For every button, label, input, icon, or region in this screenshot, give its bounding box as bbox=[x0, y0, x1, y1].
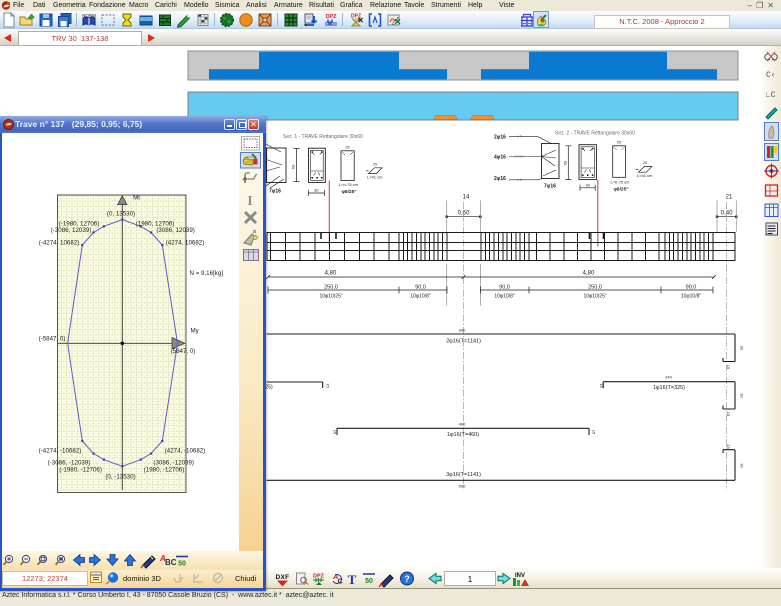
svg-text:I: I bbox=[247, 194, 252, 209]
svg-text:2φ16: 2φ16 bbox=[494, 135, 506, 141]
svg-text:φ8/25": φ8/25" bbox=[614, 187, 629, 193]
svg-text:(-5847, 0): (-5847, 0) bbox=[39, 336, 66, 343]
svg-text:(0, -13530): (0, -13530) bbox=[105, 474, 135, 481]
svg-text:(1980, -12706): (1980, -12706) bbox=[144, 466, 185, 473]
svg-text:25: 25 bbox=[643, 161, 647, 165]
svg-text:25: 25 bbox=[617, 141, 621, 145]
svg-text:φ8/25": φ8/25" bbox=[342, 189, 357, 195]
svg-text:15: 15 bbox=[592, 430, 597, 435]
svg-text:7φ16: 7φ16 bbox=[269, 189, 281, 195]
svg-text:BC: BC bbox=[165, 558, 177, 567]
svg-text:L=41 cm: L=41 cm bbox=[637, 173, 653, 178]
svg-text:15: 15 bbox=[333, 430, 338, 435]
svg-text:30: 30 bbox=[740, 463, 745, 468]
svg-text:10φ10/8": 10φ10/8" bbox=[681, 294, 702, 300]
svg-text:(-4274, 10682): (-4274, 10682) bbox=[39, 239, 80, 246]
svg-text:(4274, 10682): (4274, 10682) bbox=[166, 239, 205, 246]
svg-text:990: 990 bbox=[459, 328, 466, 333]
svg-text:(4274, -10682): (4274, -10682) bbox=[165, 448, 206, 455]
svg-text:N = 9,16[kg]: N = 9,16[kg] bbox=[190, 270, 224, 277]
svg-text:25): 25) bbox=[266, 385, 274, 391]
svg-text:T: T bbox=[348, 572, 357, 587]
svg-text:?: ? bbox=[404, 574, 410, 584]
svg-text:(3086, 12039): (3086, 12039) bbox=[156, 227, 195, 234]
svg-text:25: 25 bbox=[373, 163, 377, 167]
svg-text:L=41 cm: L=41 cm bbox=[367, 175, 383, 180]
svg-text:14: 14 bbox=[463, 195, 470, 201]
svg-text:3φ16(T=1141): 3φ16(T=1141) bbox=[446, 472, 481, 478]
svg-text:990: 990 bbox=[459, 484, 466, 489]
svg-text:15: 15 bbox=[599, 383, 604, 388]
svg-text:DXF: DXF bbox=[276, 574, 290, 581]
svg-text:50: 50 bbox=[365, 578, 373, 585]
svg-text:My: My bbox=[190, 327, 199, 334]
svg-text:2φ16: 2φ16 bbox=[494, 176, 506, 182]
svg-text:25: 25 bbox=[345, 146, 349, 150]
svg-text:250,0: 250,0 bbox=[588, 285, 602, 291]
svg-text:L=h-75 cm: L=h-75 cm bbox=[611, 180, 631, 185]
svg-text:21: 21 bbox=[726, 195, 733, 201]
svg-text:∟C: ∟C bbox=[766, 91, 776, 100]
svg-text:30: 30 bbox=[585, 182, 590, 187]
svg-text:Sez. 2 - TRAVE Rettangolare 30: Sez. 2 - TRAVE Rettangolare 30x60 bbox=[555, 131, 635, 137]
svg-text:90,0: 90,0 bbox=[415, 285, 426, 291]
svg-text:4,80: 4,80 bbox=[583, 271, 595, 277]
svg-text:L=h-75 cm: L=h-75 cm bbox=[339, 182, 359, 187]
svg-text:15: 15 bbox=[726, 365, 731, 370]
svg-text:(-4274, -10682): (-4274, -10682) bbox=[39, 448, 82, 455]
svg-text:1φ16(T=460): 1φ16(T=460) bbox=[447, 432, 479, 438]
svg-text:1φ16(T=325): 1φ16(T=325) bbox=[653, 385, 685, 391]
svg-text:(-1980, -12706): (-1980, -12706) bbox=[59, 466, 102, 473]
svg-text:60: 60 bbox=[562, 160, 567, 165]
svg-text:30: 30 bbox=[740, 393, 745, 398]
svg-text:(5847, 0): (5847, 0) bbox=[171, 348, 196, 355]
svg-text:15: 15 bbox=[726, 412, 731, 417]
svg-text:60: 60 bbox=[291, 164, 296, 169]
svg-text:90,0: 90,0 bbox=[686, 285, 697, 291]
svg-text:250,0: 250,0 bbox=[324, 285, 338, 291]
svg-text:2φ16(T=1141): 2φ16(T=1141) bbox=[446, 339, 481, 345]
svg-text:4,80: 4,80 bbox=[325, 271, 337, 277]
svg-text:(0, 13530): (0, 13530) bbox=[107, 211, 135, 218]
svg-text:15: 15 bbox=[726, 444, 731, 449]
svg-text:10φ10/25": 10φ10/25" bbox=[319, 294, 342, 300]
svg-text:15: 15 bbox=[326, 383, 331, 388]
svg-text:50: 50 bbox=[178, 561, 186, 568]
svg-text:INV: INV bbox=[515, 573, 525, 579]
svg-text:10φ10/8": 10φ10/8" bbox=[494, 294, 515, 300]
svg-text:4φ16: 4φ16 bbox=[494, 155, 506, 161]
svg-text:7φ16: 7φ16 bbox=[544, 184, 556, 190]
svg-text:Mt: Mt bbox=[133, 195, 140, 202]
svg-text:240: 240 bbox=[665, 375, 672, 380]
svg-text:90,0: 90,0 bbox=[499, 285, 510, 291]
svg-text:460: 460 bbox=[459, 422, 466, 427]
svg-text:10φ10/8": 10φ10/8" bbox=[410, 294, 431, 300]
svg-text:C: C bbox=[338, 577, 344, 586]
svg-text:10φ10/25": 10φ10/25" bbox=[583, 294, 606, 300]
svg-text:DPZ: DPZ bbox=[326, 14, 338, 20]
svg-text:C‹: C‹ bbox=[766, 71, 776, 80]
svg-text:(-3086, 12039): (-3086, 12039) bbox=[51, 227, 92, 234]
svg-text:0,40: 0,40 bbox=[721, 211, 733, 217]
svg-text:30: 30 bbox=[314, 188, 319, 193]
svg-text:30: 30 bbox=[740, 346, 745, 351]
svg-text:Sez. 1 - TRAVE Rettangolare 30: Sez. 1 - TRAVE Rettangolare 30x60 bbox=[283, 134, 363, 140]
